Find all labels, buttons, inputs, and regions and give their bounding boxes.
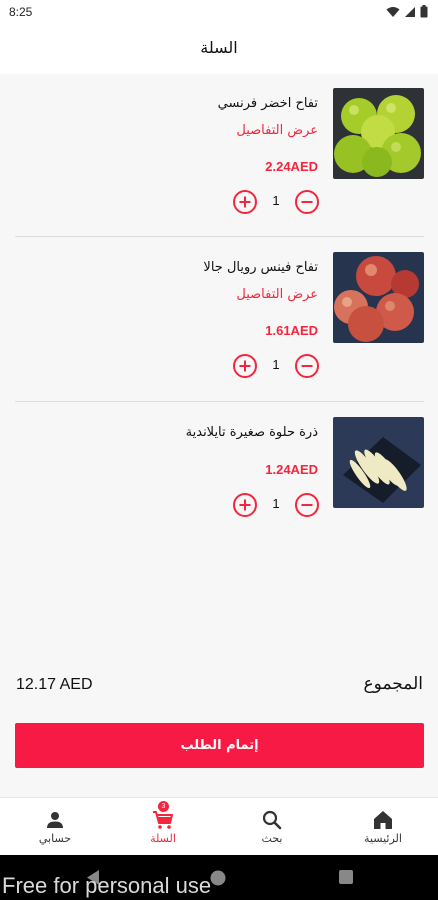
nav-item-account[interactable]: حسابي — [5, 798, 105, 856]
quantity-stepper: 1 — [232, 492, 320, 518]
signal-icon — [405, 6, 415, 17]
app-bar: السلة — [0, 26, 438, 74]
quantity-stepper: 1 — [232, 189, 320, 215]
increase-quantity-button[interactable] — [232, 189, 258, 215]
quantity-value: 1 — [272, 357, 280, 372]
system-nav-bar: Free for personal use — [0, 855, 438, 900]
home-icon — [374, 811, 392, 829]
battery-icon — [420, 5, 428, 18]
cart-badge: 3 — [158, 801, 169, 812]
person-icon — [47, 812, 63, 828]
quantity-stepper: 1 — [232, 353, 320, 379]
product-price: 1.24AED — [265, 462, 318, 477]
status-icons — [386, 5, 428, 18]
bottom-nav: حسابي 3 السلة بحث الرئيسية — [0, 797, 438, 855]
product-name[interactable]: تفاح فينس رويال جالا — [203, 260, 318, 275]
product-image[interactable] — [333, 252, 424, 343]
cart-item: ذرة حلوة صغيرة تايلاندية 1.24AED 1 — [0, 403, 438, 567]
product-image[interactable] — [333, 417, 424, 508]
quantity-value: 1 — [272, 193, 280, 208]
product-image[interactable] — [333, 88, 424, 179]
nav-item-cart[interactable]: 3 السلة — [113, 798, 213, 856]
increase-quantity-button[interactable] — [232, 492, 258, 518]
product-price: 2.24AED — [265, 159, 318, 174]
recents-icon[interactable] — [338, 869, 354, 885]
total-label: المجموع — [363, 674, 423, 694]
nav-label: بحث — [261, 832, 283, 845]
nav-label: الرئيسية — [364, 832, 402, 845]
product-name[interactable]: ذرة حلوة صغيرة تايلاندية — [186, 425, 318, 440]
watermark: Free for personal use — [2, 873, 212, 898]
cart-item: تفاح فينس رويال جالا عرض التفاصيل 1.61AE… — [0, 238, 438, 402]
view-details-link[interactable]: عرض التفاصيل — [236, 287, 318, 302]
decrease-quantity-button[interactable] — [294, 353, 320, 379]
total-row: 12.17 AED المجموع — [0, 672, 438, 700]
nav-item-home[interactable]: الرئيسية — [333, 798, 433, 856]
product-price: 1.61AED — [265, 323, 318, 338]
checkout-button[interactable]: إتمام الطلب — [15, 723, 424, 768]
nav-item-search[interactable]: بحث — [222, 798, 322, 856]
nav-label: حسابي — [38, 832, 72, 845]
divider — [15, 236, 424, 237]
increase-quantity-button[interactable] — [232, 353, 258, 379]
decrease-quantity-button[interactable] — [294, 189, 320, 215]
quantity-value: 1 — [272, 496, 280, 511]
total-amount: 12.17 AED — [16, 676, 93, 693]
home-circle-icon[interactable] — [209, 869, 227, 887]
wifi-icon — [386, 6, 400, 17]
search-icon — [262, 810, 282, 830]
status-time: 8:25 — [9, 5, 33, 19]
product-name[interactable]: تفاح اخضر فرنسي — [218, 96, 318, 111]
view-details-link[interactable]: عرض التفاصيل — [236, 123, 318, 138]
divider — [15, 401, 424, 402]
cart-item: تفاح اخضر فرنسي عرض التفاصيل 2.24AED 1 — [0, 74, 438, 238]
decrease-quantity-button[interactable] — [294, 492, 320, 518]
page-title: السلة — [200, 38, 238, 57]
status-bar: 8:25 — [0, 0, 438, 26]
nav-label: السلة — [150, 832, 176, 845]
